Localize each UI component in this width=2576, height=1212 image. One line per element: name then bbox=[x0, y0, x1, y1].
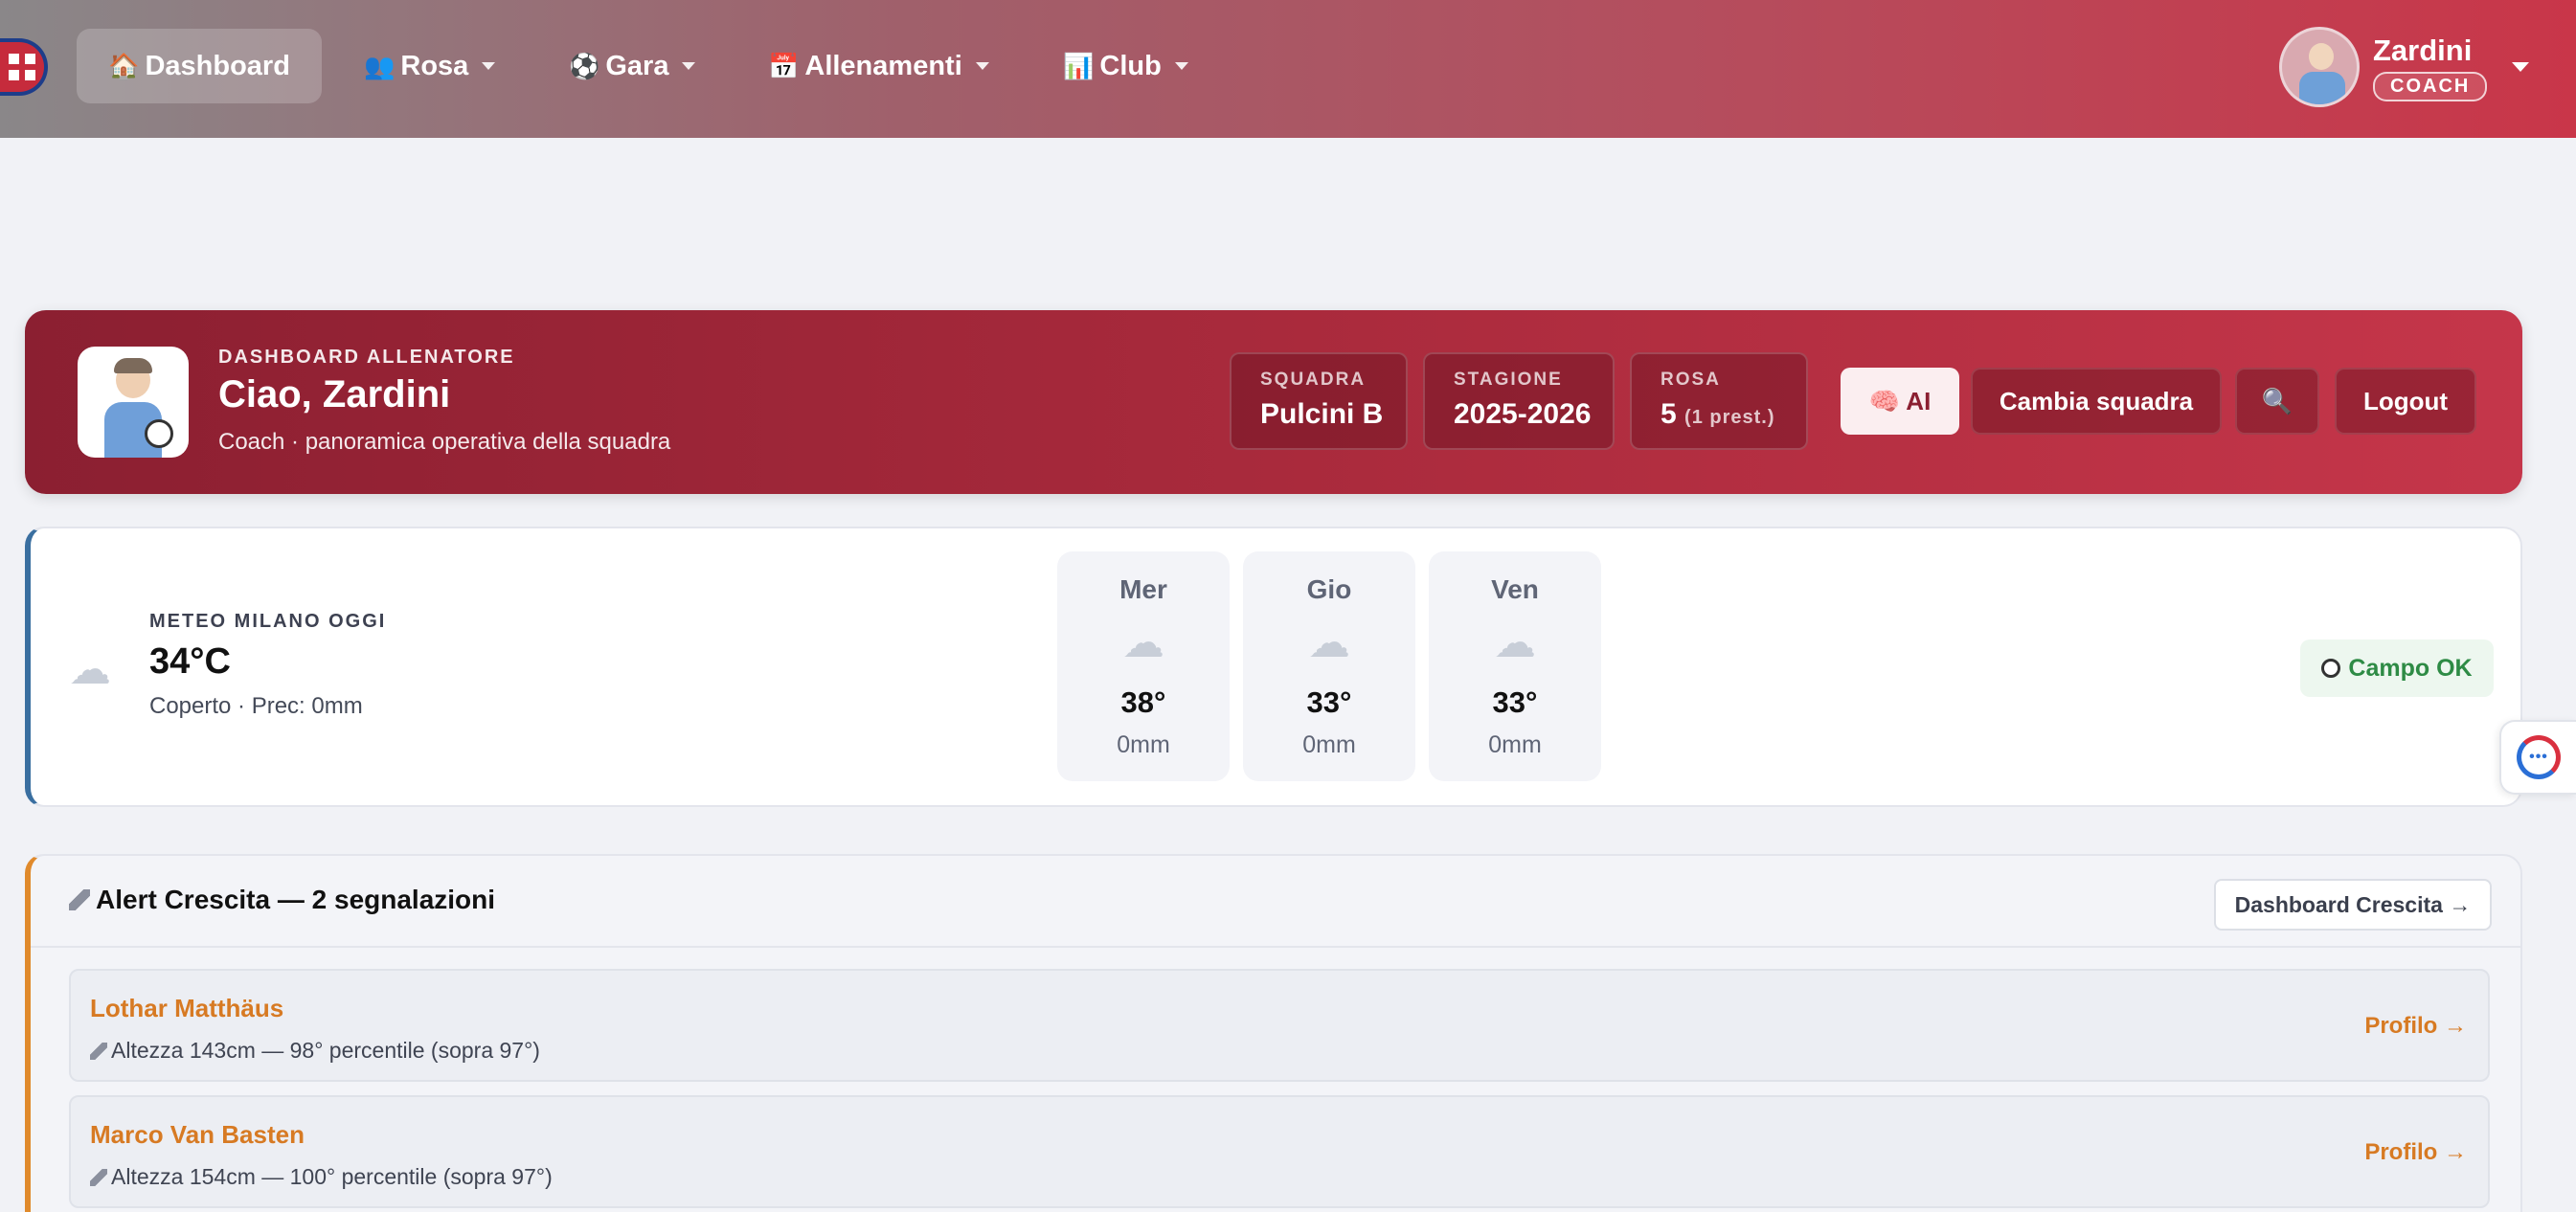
role-badge: COACH bbox=[2373, 71, 2488, 101]
nav-gara-label: Gara bbox=[605, 50, 669, 81]
profile-link[interactable]: Profilo → bbox=[2364, 1013, 2467, 1040]
weather-card: ☁ METEO MILANO OGGI 34°C Coperto · Prec:… bbox=[25, 527, 2522, 807]
forecast-temp: 33° bbox=[1492, 685, 1538, 719]
hero-kicker: DASHBOARD ALLENATORE bbox=[218, 347, 515, 368]
bar-chart-icon: 📊 bbox=[1063, 51, 1095, 80]
alerts-header: Alert Crescita — 2 segnalazioni Dashboar… bbox=[31, 856, 2520, 948]
club-logo[interactable] bbox=[0, 38, 48, 96]
forecast-rain: 0mm bbox=[1488, 731, 1542, 758]
nav-gara[interactable]: ⚽ Gara bbox=[569, 29, 696, 103]
stat-rosa: ROSA 5 (1 prest.) bbox=[1630, 352, 1808, 450]
weather-kicker: METEO MILANO OGGI bbox=[149, 611, 387, 632]
chevron-down-icon bbox=[482, 62, 496, 70]
player-name[interactable]: Lothar Matthäus bbox=[90, 994, 283, 1023]
stat-stagione-label: STAGIONE bbox=[1454, 370, 1563, 390]
avatar bbox=[2279, 27, 2360, 107]
chevron-down-icon bbox=[682, 62, 696, 70]
coach-avatar bbox=[78, 347, 189, 458]
search-icon: 🔍 bbox=[2261, 386, 2294, 415]
ruler-icon bbox=[90, 1042, 107, 1060]
stat-stagione: STAGIONE 2025-2026 bbox=[1423, 352, 1615, 450]
cloud-icon: ☁ bbox=[69, 646, 111, 693]
top-navbar: 🏠 Dashboard 👥 Rosa ⚽ Gara 📅 Allenamenti … bbox=[0, 0, 2576, 138]
forecast-day-name: Mer bbox=[1119, 574, 1167, 604]
alerts-title: Alert Crescita — 2 segnalazioni bbox=[69, 885, 495, 915]
ai-button[interactable]: 🧠 AI bbox=[1841, 368, 1959, 435]
forecast-temp: 38° bbox=[1120, 685, 1166, 719]
home-icon: 🏠 bbox=[108, 51, 140, 80]
alert-detail: Altezza 143cm — 98° percentile (sopra 97… bbox=[90, 1038, 540, 1064]
chevron-down-icon bbox=[975, 62, 989, 70]
cloud-icon: ☁ bbox=[1122, 619, 1164, 666]
weather-temperature: 34°C bbox=[149, 641, 231, 682]
calendar-icon: 📅 bbox=[768, 51, 800, 80]
logout-button[interactable]: Logout bbox=[2335, 368, 2476, 435]
rosa-count: 5 bbox=[1661, 398, 1677, 430]
chevron-down-icon bbox=[1174, 62, 1188, 70]
dashboard-hero: DASHBOARD ALLENATORE Ciao, Zardini Coach… bbox=[25, 310, 2522, 494]
forecast-day-name: Gio bbox=[1306, 574, 1352, 604]
weather-description: Coperto · Prec: 0mm bbox=[149, 693, 363, 719]
forecast-day: Ven ☁ 33° 0mm bbox=[1429, 551, 1601, 781]
forecast-day-name: Ven bbox=[1491, 574, 1539, 604]
growth-dashboard-button[interactable]: Dashboard Crescita → bbox=[2214, 879, 2492, 931]
chat-support-button[interactable]: ••• bbox=[2499, 720, 2576, 795]
nav-dashboard[interactable]: 🏠 Dashboard bbox=[77, 29, 322, 103]
user-menu[interactable]: Zardini COACH bbox=[2279, 27, 2530, 107]
chevron-down-icon[interactable] bbox=[2512, 62, 2530, 72]
nav-rosa[interactable]: 👥 Rosa bbox=[364, 29, 496, 103]
user-name: Zardini bbox=[2373, 33, 2473, 67]
search-button[interactable]: 🔍 bbox=[2235, 368, 2319, 435]
page-title: Ciao, Zardini bbox=[218, 373, 451, 415]
alert-detail-text: Altezza 143cm — 98° percentile (sopra 97… bbox=[111, 1038, 540, 1063]
change-team-button[interactable]: Cambia squadra bbox=[1971, 368, 2222, 435]
forecast-rain: 0mm bbox=[1302, 731, 1356, 758]
stat-rosa-value: 5 (1 prest.) bbox=[1661, 398, 1806, 431]
people-icon: 👥 bbox=[364, 51, 395, 80]
stat-stagione-value: 2025-2026 bbox=[1454, 398, 1592, 430]
forecast-temp: 33° bbox=[1306, 685, 1352, 719]
alert-detail: Altezza 154cm — 100° percentile (sopra 9… bbox=[90, 1164, 553, 1190]
alerts-title-text: Alert Crescita — 2 segnalazioni bbox=[96, 885, 496, 914]
growth-alerts-card: Alert Crescita — 2 segnalazioni Dashboar… bbox=[25, 854, 2522, 1212]
nav-club[interactable]: 📊 Club bbox=[1063, 29, 1188, 103]
chat-refresh-icon: ••• bbox=[2517, 735, 2561, 779]
nav-club-label: Club bbox=[1099, 50, 1162, 81]
player-name[interactable]: Marco Van Basten bbox=[90, 1120, 305, 1150]
ruler-icon bbox=[69, 889, 90, 910]
cloud-icon: ☁ bbox=[1308, 619, 1350, 666]
alert-detail-text: Altezza 154cm — 100° percentile (sopra 9… bbox=[111, 1164, 553, 1189]
cloud-icon: ☁ bbox=[1494, 619, 1536, 666]
nav-dashboard-label: Dashboard bbox=[145, 50, 290, 81]
soccer-ball-icon bbox=[2321, 659, 2341, 678]
list-item: Marco Van Basten Altezza 154cm — 100° pe… bbox=[69, 1095, 2490, 1208]
nav-rosa-label: Rosa bbox=[400, 50, 469, 81]
forecast-day: Gio ☁ 33° 0mm bbox=[1243, 551, 1415, 781]
nav-allenamenti[interactable]: 📅 Allenamenti bbox=[768, 29, 989, 103]
forecast-rain: 0mm bbox=[1117, 731, 1170, 758]
nav-allenamenti-label: Allenamenti bbox=[804, 50, 962, 81]
stat-squadra-label: SQUADRA bbox=[1260, 370, 1367, 390]
stat-rosa-label: ROSA bbox=[1661, 370, 1721, 390]
list-item: Lothar Matthäus Altezza 143cm — 98° perc… bbox=[69, 969, 2490, 1082]
profile-link[interactable]: Profilo → bbox=[2364, 1139, 2467, 1166]
stat-squadra: SQUADRA Pulcini B bbox=[1230, 352, 1408, 450]
ruler-icon bbox=[90, 1168, 107, 1186]
hero-subtitle: Coach · panoramica operativa della squad… bbox=[218, 429, 671, 455]
field-status-badge: Campo OK bbox=[2300, 640, 2494, 697]
field-status-label: Campo OK bbox=[2348, 654, 2473, 682]
rosa-note: (1 prest.) bbox=[1684, 407, 1775, 428]
stat-squadra-value: Pulcini B bbox=[1260, 398, 1384, 430]
soccer-ball-icon: ⚽ bbox=[569, 51, 600, 80]
forecast-day: Mer ☁ 38° 0mm bbox=[1057, 551, 1230, 781]
